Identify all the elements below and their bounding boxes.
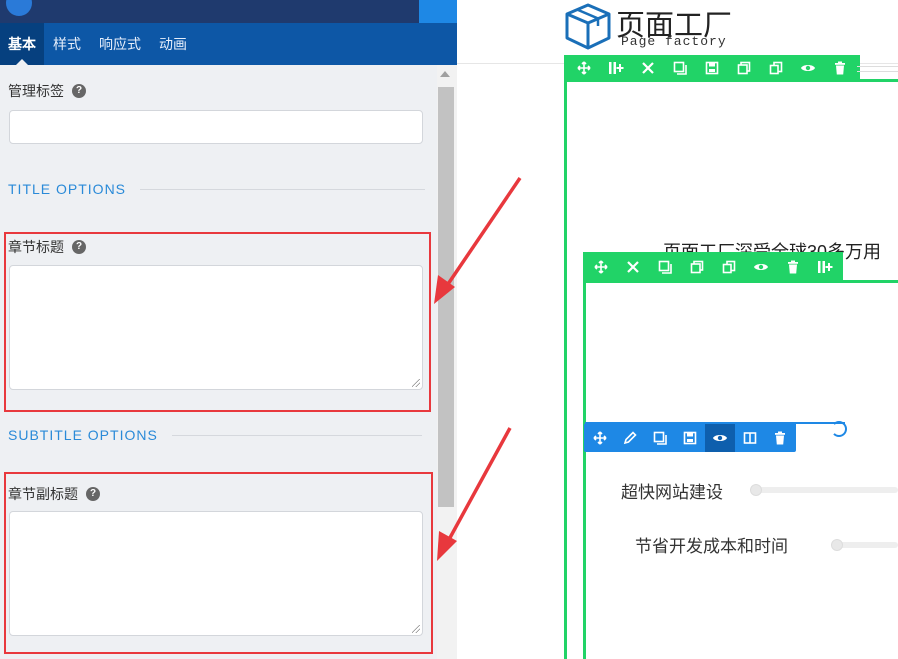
section-divider [171,434,422,436]
copy-icon[interactable] [645,424,675,452]
row-outline [583,280,898,659]
help-icon[interactable]: ? [72,84,86,98]
panel-tab-bar: 基本 样式 响应式 动画 [0,23,457,65]
add-column-icon[interactable] [600,55,632,81]
section-toolbar [564,55,860,81]
highlight-box-subtitle [4,472,433,654]
settings-icon[interactable] [632,55,664,81]
delete-icon[interactable] [777,253,809,281]
logo-subtitle: Page factory [621,34,727,49]
subtitle-options-text: SUBTITLE OPTIONS [8,427,158,443]
builder-canvas: 页面工厂 Page factory 页面工厂深受全球30多万用 [457,0,898,659]
skill-progress-track [755,487,898,493]
skill-progress-knob[interactable] [750,484,762,496]
subtitle-options-heading: SUBTITLE OPTIONS [8,427,422,443]
admin-label-text: 管理标签 [8,83,64,99]
loading-icon [831,421,847,437]
move-icon[interactable] [585,253,617,281]
add-column-icon[interactable] [809,253,841,281]
title-options-heading: TITLE OPTIONS [8,181,426,197]
paste-icon[interactable] [713,253,745,281]
save-icon[interactable] [675,424,705,452]
tab-style[interactable]: 样式 [44,23,90,65]
paste-icon[interactable] [760,55,792,81]
copy-icon[interactable] [664,55,696,81]
title-options-text: TITLE OPTIONS [8,181,127,197]
copy-icon[interactable] [649,253,681,281]
duplicate-icon[interactable] [681,253,713,281]
scroll-up-icon[interactable] [440,71,450,77]
highlight-box-title [4,232,431,412]
skill-label: 超快网站建设 [621,483,723,502]
settings-icon[interactable] [617,253,649,281]
module-toolbar [584,424,796,452]
scrollbar-thumb[interactable] [438,87,454,507]
visibility-icon[interactable] [745,253,777,281]
save-icon[interactable] [696,55,728,81]
edit-icon[interactable] [615,424,645,452]
admin-label-label: 管理标签 ? [8,81,86,101]
move-icon[interactable] [585,424,615,452]
tab-animation[interactable]: 动画 [150,23,196,65]
skill-label: 节省开发成本和时间 [635,537,788,556]
section-divider [140,188,426,190]
delete-icon[interactable] [824,55,856,81]
visibility-icon[interactable] [792,55,824,81]
visibility-icon[interactable] [705,424,735,452]
panel-action-button[interactable] [419,0,457,23]
panel-avatar-icon[interactable] [6,0,32,16]
page-builder-screen: 基本 样式 响应式 动画 管理标签 ? TITLE OPTIONS 章节标题 ?… [0,0,898,659]
duplicate-icon[interactable] [728,55,760,81]
skill-progress-track [837,542,898,548]
row-toolbar [583,252,843,282]
toolbar-edge [857,66,898,72]
skill-progress-knob[interactable] [831,539,843,551]
admin-label-input[interactable] [9,110,423,144]
tab-responsive[interactable]: 响应式 [90,23,150,65]
delete-icon[interactable] [765,424,795,452]
box-logo-icon [565,3,611,50]
columns-icon[interactable] [735,424,765,452]
tab-basic[interactable]: 基本 [0,23,44,65]
panel-header [0,0,457,23]
settings-panel: 基本 样式 响应式 动画 管理标签 ? TITLE OPTIONS 章节标题 ?… [0,0,457,659]
move-icon[interactable] [568,55,600,81]
